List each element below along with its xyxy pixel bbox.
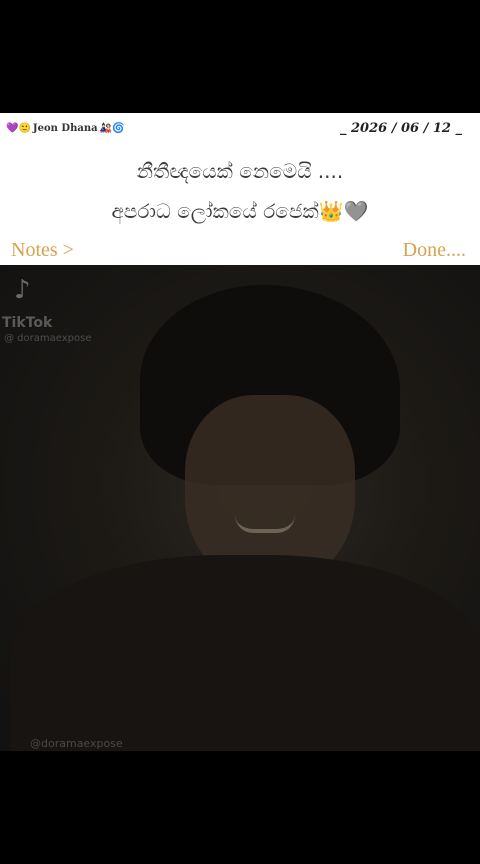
note-line-1: නීතීඥයෙක් නෙමෙයි ....: [136, 159, 344, 183]
notes-back-link[interactable]: Notes >: [11, 239, 74, 262]
video-frame[interactable]: ♪ TikTok @ doramaexpose @doramaexpose: [0, 265, 480, 751]
video-figure-body: [10, 555, 480, 751]
crown-icon: 👑: [318, 199, 344, 223]
note-date: _ 2026 / 06 / 12 _: [339, 121, 462, 136]
handle-suffix-emoji: 🎎🌀: [99, 123, 125, 134]
grey-heart-icon: 🩶: [343, 199, 369, 223]
handle-prefix-emoji: 💜🙂: [6, 123, 31, 134]
note-line-2: අපරාධ ලෝකයේ රජෙක්👑🩶: [0, 199, 480, 223]
top-letterbox: [0, 0, 480, 113]
handle-text: Jeon Dhana: [32, 123, 98, 134]
bottom-watermark: @doramaexpose: [30, 737, 123, 750]
bottom-letterbox: [0, 751, 480, 864]
author-handle[interactable]: 💜🙂 Jeon Dhana 🎎🌀: [6, 123, 125, 134]
done-button[interactable]: Done....: [403, 239, 466, 262]
note-line-2-text: අපරාධ ලෝකයේ රජෙක්: [111, 199, 319, 223]
video-figure-smile: [235, 515, 295, 533]
tiktok-note-icon: ♪: [14, 275, 31, 305]
tiktok-watermark: TikTok: [2, 315, 53, 331]
header-row: 💜🙂 Jeon Dhana 🎎🌀 _ 2026 / 06 / 12 _: [0, 121, 480, 143]
tiktok-handle-watermark: @ doramaexpose: [4, 333, 92, 344]
notes-panel: 💜🙂 Jeon Dhana 🎎🌀 _ 2026 / 06 / 12 _ නීතී…: [0, 113, 480, 265]
